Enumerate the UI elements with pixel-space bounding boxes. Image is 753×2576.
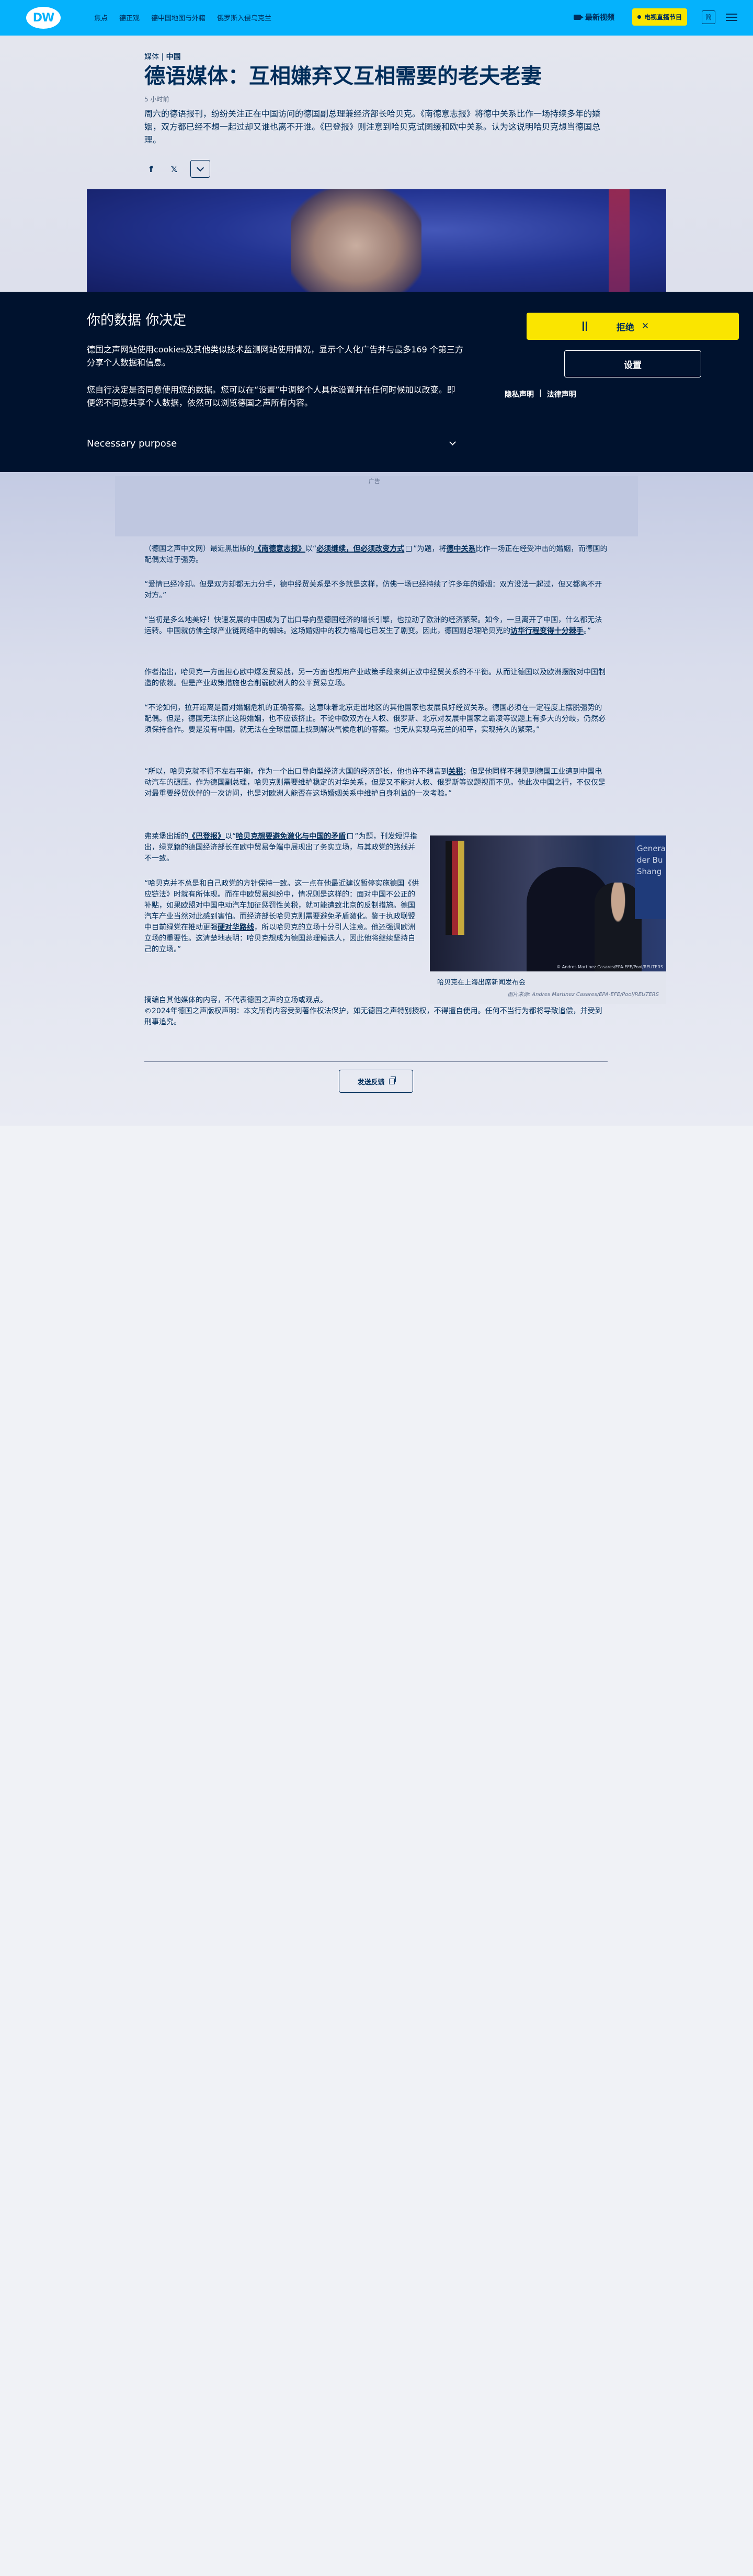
facebook-share-icon[interactable]: f (144, 162, 158, 176)
share-bar: f 𝕏 (144, 160, 210, 178)
x-share-icon[interactable]: 𝕏 (167, 162, 181, 176)
badische-zeitung-link[interactable]: 《巴登报》 (188, 832, 225, 841)
hero-image (87, 189, 666, 292)
cookie-legal-links: 隐私声明 | 法律声明 (505, 389, 576, 399)
live-tv-label: 电视直播节目 (644, 14, 682, 21)
article-link-must-continue[interactable]: 必须继续，但必须改变方式 (316, 545, 404, 553)
photo-credit-overlay: © Andres Martinez Casares/EPA-EFE/Pool/R… (556, 965, 663, 969)
nav-item-russia-ukraine[interactable]: 俄罗斯入侵乌克兰 (217, 13, 271, 22)
live-dot-icon (637, 15, 641, 19)
cookie-title: 你的数据 你决定 (87, 313, 187, 328)
live-tv-button[interactable]: 电视直播节目 (632, 8, 687, 26)
article-figure[interactable]: Genera der Bu Shang © Andres Martinez Ca… (430, 835, 666, 1004)
chevron-down-icon (449, 439, 456, 445)
article-title: 德语媒体：互相嫌弃又互相需要的老夫老妻 (144, 64, 542, 88)
body-paragraph-3: “当初是多么地美好！快速发展的中国成为了出口导向型德国经济的增长引擎，也拉动了欧… (144, 616, 602, 635)
body-paragraph-1: （德国之声中文网）最近黑出版的《南德意志报》以“必须继续，但必须改变方式 ”为题，… (144, 545, 608, 564)
header-actions: 最新视频 电视直播节目 简 (573, 8, 737, 26)
hero-portrait (291, 189, 421, 292)
figure-caption: 哈贝克在上海出席新闻发布会 图片来源: Andres Martinez Casa… (430, 971, 666, 1004)
menu-button[interactable] (726, 13, 737, 21)
cookie-consent-banner: 你的数据 你决定 德国之声网站使用cookies及其他类似技术监测网站使用情况，… (0, 292, 753, 472)
pause-icon (586, 322, 587, 331)
menu-line-icon (726, 19, 737, 21)
latest-video-link[interactable]: 最新视频 (573, 12, 614, 22)
pause-icon (583, 322, 584, 331)
send-feedback-button[interactable]: 发送反馈 (339, 1070, 413, 1093)
close-icon: ✕ (641, 321, 649, 331)
feedback-label: 发送反馈 (357, 1078, 385, 1086)
body-paragraph-4: 作者指出，哈贝克一方面担心欧中爆发贸易战，另一方面也想用产业政策手段来纠正欧中经… (144, 668, 606, 688)
tariffs-link[interactable]: 关税 (448, 768, 463, 776)
necessary-purpose-label: Necessary purpose (87, 438, 177, 449)
china-relations-link[interactable]: 德中关系 (447, 545, 476, 553)
advertisement-label: 广告 (369, 478, 380, 485)
dw-logo[interactable]: DW (26, 7, 61, 29)
german-flag (446, 841, 464, 935)
reject-button[interactable]: 拒绝 ✕ (527, 313, 739, 340)
language-switch-button[interactable]: 简 (702, 10, 715, 24)
cookie-description: 德国之声网站使用cookies及其他类似技术监测网站使用情况，显示个人化广告并与… (87, 345, 463, 368)
cookie-choice-text: 您自行决定是否同意使用您的数据。您可以在“设置”中调整个人具体设置并在任何时候加… (87, 385, 455, 408)
nav-item-focus[interactable]: 焦点 (94, 13, 108, 22)
body-paragraph-2: “爱情已经冷却。但是双方却都无力分手，德中经贸关系是不多就是这样，仿佛一场已经持… (144, 580, 602, 600)
latest-video-label: 最新视频 (585, 13, 614, 22)
caption-credit: 图片来源: Andres Martinez Casares/EPA-EFE/Po… (507, 992, 659, 998)
copyright-notice: ©2024年德国之声版权声明：本文所有内容受到著作权法保护，如无德国之声特别授权… (144, 1007, 602, 1026)
menu-line-icon (726, 16, 737, 18)
article-timestamp: 5 小时前 (144, 96, 169, 103)
article-kicker: 媒体 | 中国 (144, 51, 181, 62)
body-paragraph-8: “哈贝克并不总是和自己政党的方针保持一致。这一点在他最近建议暂停实施德国《供应链… (144, 879, 419, 954)
article-link-avoid-conflict[interactable]: 哈贝克想要避免激化与中国的矛盾 (236, 832, 346, 841)
video-icon (573, 14, 584, 20)
section-divider (144, 1061, 608, 1062)
caption-text: 哈贝克在上海出席新闻发布会 (437, 979, 526, 987)
privacy-link[interactable]: 隐私声明 (505, 389, 534, 399)
copy-icon (389, 1076, 396, 1084)
nav-item-dezhengguan[interactable]: 德正观 (119, 13, 140, 22)
top-navigation-bar: DW 焦点 德正观 德中国地图与外籍 俄罗斯入侵乌克兰 最新视频 电视直播节目 … (0, 0, 753, 36)
external-link-icon (347, 833, 353, 839)
kicker-tag-link[interactable]: 中国 (166, 53, 181, 61)
body-paragraph-5: “不论如何，拉开距离是面对婚姻危机的正确答案。这意味着北京走出地区的其他国家也发… (144, 704, 606, 734)
body-paragraph-7: 弗莱堡出版的《巴登报》以“哈贝克想要避免激化与中国的矛盾 ”为题，刊发短评指出，绿… (144, 832, 417, 863)
top-nav: 焦点 德正观 德中国地图与外籍 俄罗斯入侵乌克兰 (94, 13, 271, 22)
sueddeutsche-link[interactable]: 《南德意志报》 (254, 545, 305, 553)
nav-item-china-map[interactable]: 德中国地图与外籍 (151, 13, 206, 22)
chevron-down-icon (196, 164, 204, 171)
kicker-prefix: 媒体 | (144, 53, 164, 61)
necessary-purpose-toggle[interactable]: Necessary purpose (87, 438, 456, 449)
legal-link[interactable]: 法律声明 (547, 389, 576, 399)
article-lead: 周六的德语报刊，纷纷关注正在中国访问的德国副总理兼经济部长哈贝克。《南德意志报》… (144, 109, 601, 145)
link-separator: | (539, 389, 542, 397)
page-footer-area (0, 1126, 753, 2576)
hero-decor (609, 189, 630, 292)
hard-line-link[interactable]: 硬对华路线 (218, 923, 254, 932)
reject-label: 拒绝 (616, 322, 634, 333)
press-conference-photo: Genera der Bu Shang © Andres Martinez Ca… (430, 835, 666, 971)
backdrop-text: Genera der Bu Shang (635, 835, 666, 919)
more-share-button[interactable] (190, 160, 210, 178)
settings-button[interactable]: 设置 (564, 350, 701, 377)
menu-line-icon (726, 13, 737, 15)
visit-tricky-link[interactable]: 访华行程变得十分棘手 (510, 627, 584, 635)
external-link-icon (406, 546, 412, 552)
body-paragraph-6: “所以，哈贝克就不得不左右平衡。作为一个出口导向型经济大国的经济部长，他也许不想… (144, 768, 606, 798)
